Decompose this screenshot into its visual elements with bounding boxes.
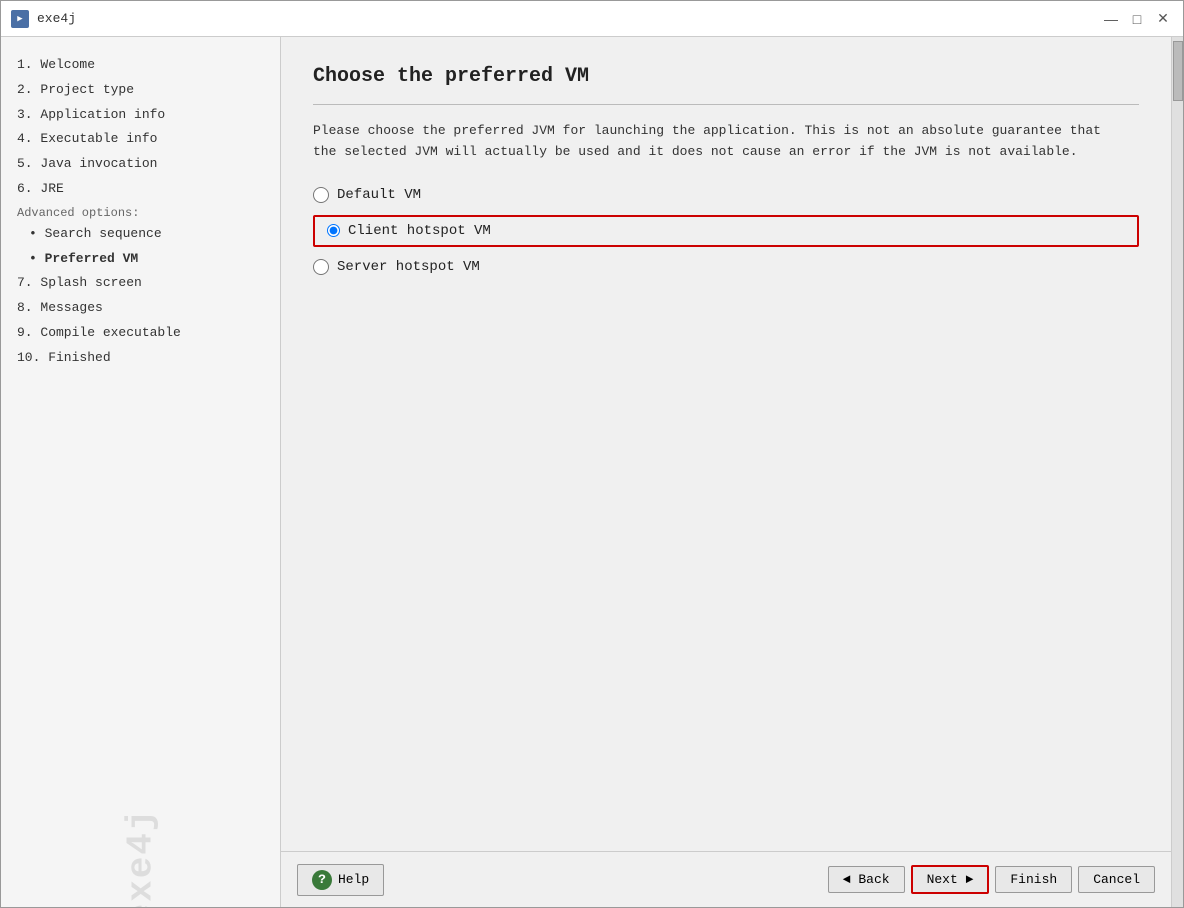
sidebar-item-preferred-vm[interactable]: • Preferred VM bbox=[13, 247, 268, 272]
maximize-button[interactable]: □ bbox=[1127, 9, 1147, 29]
footer-left: ? Help bbox=[297, 864, 384, 896]
sidebar-item-compile-executable[interactable]: 9. Compile executable bbox=[13, 321, 268, 346]
next-button[interactable]: Next ► bbox=[911, 865, 990, 894]
help-icon: ? bbox=[312, 870, 332, 890]
title-bar-controls: — □ ✕ bbox=[1101, 9, 1173, 29]
sidebar-item-project-type[interactable]: 2. Project type bbox=[13, 78, 268, 103]
radio-option-server-hotspot-vm[interactable]: Server hotspot VM bbox=[313, 259, 1139, 275]
help-button[interactable]: ? Help bbox=[297, 864, 384, 896]
radio-label-default-vm: Default VM bbox=[337, 187, 421, 203]
sidebar-item-search-sequence[interactable]: • Search sequence bbox=[13, 222, 268, 247]
main-body: Choose the preferred VM Please choose th… bbox=[281, 37, 1171, 851]
minimize-button[interactable]: — bbox=[1101, 9, 1121, 29]
description: Please choose the preferred JVM for laun… bbox=[313, 121, 1139, 163]
sidebar: 1. Welcome 2. Project type 3. Applicatio… bbox=[1, 37, 281, 907]
sidebar-item-jre[interactable]: 6. JRE bbox=[13, 177, 268, 202]
help-label: Help bbox=[338, 872, 369, 887]
app-icon: ▶ bbox=[11, 10, 29, 28]
close-button[interactable]: ✕ bbox=[1153, 9, 1173, 29]
cancel-button[interactable]: Cancel bbox=[1078, 866, 1155, 893]
sidebar-item-executable-info[interactable]: 4. Executable info bbox=[13, 127, 268, 152]
scrollbar-thumb bbox=[1173, 41, 1183, 101]
window-title: exe4j bbox=[37, 11, 76, 26]
title-bar: ▶ exe4j — □ ✕ bbox=[1, 1, 1183, 37]
finish-button[interactable]: Finish bbox=[995, 866, 1072, 893]
radio-default-vm[interactable] bbox=[313, 187, 329, 203]
sidebar-item-welcome[interactable]: 1. Welcome bbox=[13, 53, 268, 78]
sidebar-watermark: exe4j bbox=[120, 807, 161, 907]
description-line2: the selected JVM will actually be used a… bbox=[313, 144, 1078, 159]
footer: ? Help ◄ Back Next ► Finish Cancel bbox=[281, 851, 1171, 907]
footer-right: ◄ Back Next ► Finish Cancel bbox=[828, 865, 1155, 894]
main-window: ▶ exe4j — □ ✕ 1. Welcome 2. Project type… bbox=[0, 0, 1184, 908]
sidebar-item-messages[interactable]: 8. Messages bbox=[13, 296, 268, 321]
radio-option-default-vm[interactable]: Default VM bbox=[313, 187, 1139, 203]
radio-server-hotspot-vm[interactable] bbox=[313, 259, 329, 275]
radio-option-client-hotspot-vm-container: Client hotspot VM bbox=[313, 215, 1139, 247]
sidebar-item-finished[interactable]: 10. Finished bbox=[13, 346, 268, 371]
radio-label-client-hotspot-vm: Client hotspot VM bbox=[348, 223, 491, 239]
title-divider bbox=[313, 104, 1139, 105]
description-line1: Please choose the preferred JVM for laun… bbox=[313, 123, 1101, 138]
main-panel: Choose the preferred VM Please choose th… bbox=[281, 37, 1171, 907]
advanced-options-label: Advanced options: bbox=[13, 204, 268, 222]
scrollbar[interactable] bbox=[1171, 37, 1183, 907]
vm-radio-group: Default VM Client hotspot VM Server hots… bbox=[313, 187, 1139, 275]
sidebar-item-splash-screen[interactable]: 7. Splash screen bbox=[13, 271, 268, 296]
app-icon-text: ▶ bbox=[17, 14, 22, 24]
title-bar-left: ▶ exe4j bbox=[11, 10, 76, 28]
radio-label-server-hotspot-vm: Server hotspot VM bbox=[337, 259, 480, 275]
sidebar-item-application-info[interactable]: 3. Application info bbox=[13, 103, 268, 128]
sidebar-item-java-invocation[interactable]: 5. Java invocation bbox=[13, 152, 268, 177]
back-button[interactable]: ◄ Back bbox=[828, 866, 905, 893]
radio-client-hotspot-vm[interactable] bbox=[327, 224, 340, 237]
content-area: 1. Welcome 2. Project type 3. Applicatio… bbox=[1, 37, 1183, 907]
page-title: Choose the preferred VM bbox=[313, 65, 1139, 88]
